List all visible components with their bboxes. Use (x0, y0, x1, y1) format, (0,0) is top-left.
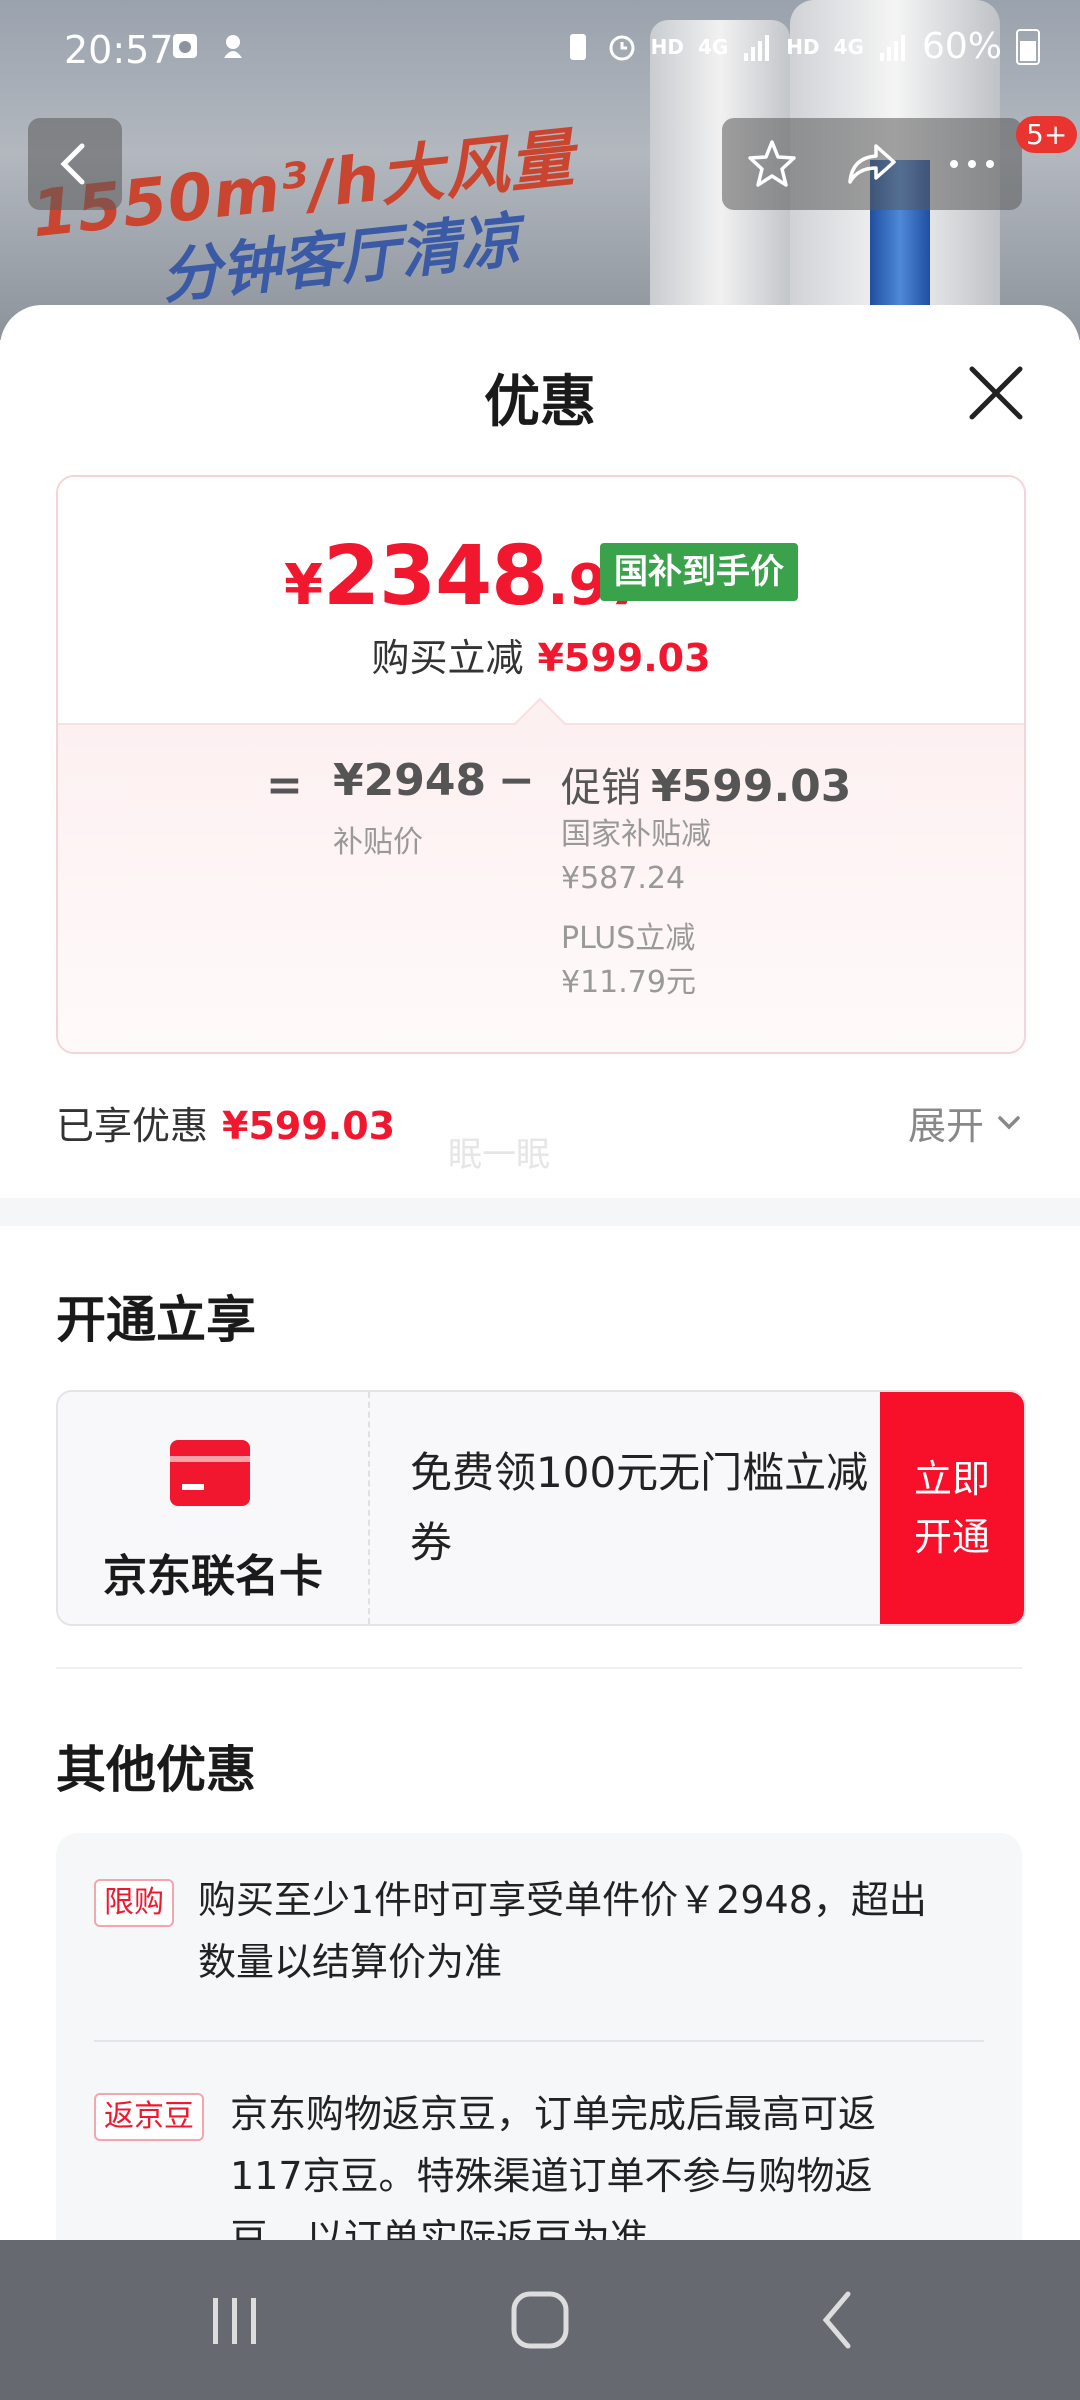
star-icon[interactable] (742, 134, 802, 194)
status-bar: 20:57 HD 4G HD 4G 60% (0, 0, 1080, 100)
subsidy-price-tag: 国补到手价 (600, 543, 798, 601)
hd-label: HD (650, 34, 684, 59)
price-card: ¥2348.97 国补到手价 购买立减 ¥599.03 = ¥2948 补贴价 −… (56, 475, 1026, 1054)
notification-badge: 5+ (1016, 116, 1078, 153)
jingdou-tag: 返京豆 (94, 2093, 204, 2141)
equals-sign: = (266, 760, 303, 811)
limit-offer-text: 购买至少1件时可享受单件价￥2948，超出数量以结算价为准 (198, 1878, 927, 1984)
expand-button[interactable]: 展开 (908, 1095, 1024, 1150)
promotion-total: 促销 ¥599.03 (561, 761, 852, 812)
alarm-icon (609, 35, 635, 60)
open-now-button[interactable]: 立即开通 (880, 1392, 1024, 1624)
offer-text: 免费领100元无门槛立减券 (410, 1448, 869, 1567)
final-price: ¥2348.97 (284, 529, 647, 624)
recent-apps-icon[interactable] (185, 2280, 285, 2360)
co-branded-card-offer[interactable]: 京东联名卡 免费领100元无门槛立减券 立即开通 (56, 1390, 1026, 1626)
other-offers-box: 限购 购买至少1件时可享受单件价￥2948，超出数量以结算价为准 返京豆 京东购… (56, 1833, 1022, 2240)
signal-icon-2 (879, 34, 905, 61)
subsidy-price-label: 补贴价 (333, 825, 423, 860)
toolbar-actions (722, 118, 1022, 210)
nav-back-icon[interactable] (790, 2280, 890, 2360)
sheet-title: 优惠 (484, 370, 596, 435)
section-divider (0, 1198, 1080, 1226)
close-icon[interactable] (960, 357, 1032, 429)
hd-label-2: HD (786, 34, 820, 59)
limit-tag: 限购 (94, 1879, 174, 1927)
other-section-title: 其他优惠 (56, 1741, 256, 1799)
credit-card-icon (170, 1440, 250, 1506)
back-arrow-icon (60, 143, 85, 185)
battery-icon (1016, 28, 1040, 65)
promo-detail-plus: PLUS立减 ¥11.79元 (561, 921, 696, 1000)
subsidy-price: ¥2948 (333, 755, 487, 806)
system-nav-bar (0, 2240, 1080, 2400)
card-name: 京东联名卡 (103, 1551, 323, 1602)
discount-sheet: 优惠 ¥2348.97 国补到手价 购买立减 ¥599.03 = ¥2948 补贴… (0, 305, 1080, 2240)
home-icon[interactable] (490, 2280, 590, 2360)
back-button[interactable] (28, 118, 122, 210)
watermark: 眠一眠 (448, 1135, 550, 1175)
open-section-title: 开通立享 (56, 1291, 256, 1349)
recycle-icon (569, 33, 586, 60)
network-label-2: 4G (833, 34, 864, 59)
status-time: 20:57 (64, 28, 174, 72)
more-icon[interactable] (942, 134, 1002, 194)
share-icon[interactable] (842, 134, 902, 194)
app-notification-icon (224, 35, 242, 58)
chevron-down-icon (998, 1115, 1020, 1129)
price-breakdown: = ¥2948 补贴价 − 促销 ¥599.03 国家补贴减 ¥587.24 PL… (58, 723, 1024, 1052)
purchase-reduction: 购买立减 ¥599.03 (371, 636, 711, 680)
signal-icon (744, 34, 770, 61)
divider-line (56, 1667, 1022, 1669)
item-separator (94, 2040, 984, 2042)
promo-detail-national: 国家补贴减 ¥587.24 (561, 817, 711, 896)
minus-sign: − (498, 755, 535, 806)
network-label: 4G (697, 34, 729, 59)
jingdou-offer-text: 京东购物返京豆，订单完成后最高可返117京豆。特殊渠道订单不参与购物返豆，以订单… (230, 2092, 877, 2240)
battery-percent: 60% (921, 26, 1002, 67)
enjoyed-discount: 已享优惠 ¥599.03 (56, 1104, 396, 1148)
calendar-icon (173, 34, 197, 58)
